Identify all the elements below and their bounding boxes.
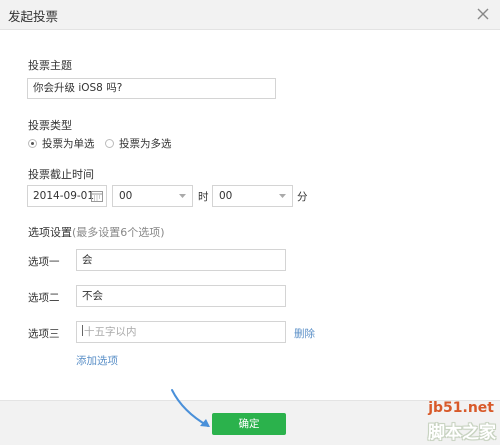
options-settings-label: 选项设置(最多设置6个选项) (28, 224, 165, 240)
option-3-placeholder: 十五字以内 (84, 326, 137, 338)
calendar-icon[interactable] (91, 190, 103, 202)
vote-dialog: 发起投票 投票主题 你会升级 iOS8 吗? 投票类型 投票为单选 投票为多选 … (0, 0, 500, 445)
option-1-label: 选项一 (28, 256, 60, 268)
minute-select[interactable]: 00 (212, 185, 293, 207)
options-settings-hint: (最多设置6个选项) (72, 226, 165, 239)
topic-input[interactable]: 你会升级 iOS8 吗? (27, 78, 276, 99)
option-1-value: 会 (82, 254, 93, 266)
option-3-input[interactable]: 十五字以内 (76, 321, 286, 343)
text-cursor (82, 325, 83, 336)
hour-unit: 时 (198, 191, 209, 203)
deadline-label: 投票截止时间 (28, 168, 94, 181)
close-icon (477, 8, 489, 20)
close-button[interactable] (472, 3, 494, 25)
minute-unit: 分 (297, 191, 308, 203)
hour-value: 00 (119, 190, 133, 202)
topic-input-value: 你会升级 iOS8 吗? (33, 82, 123, 94)
topic-label: 投票主题 (28, 59, 72, 72)
date-input[interactable]: 2014-09-01 (27, 185, 107, 207)
radio-multiple-choice[interactable]: 投票为多选 (105, 136, 172, 151)
minute-value: 00 (219, 190, 233, 202)
option-2-input[interactable]: 不会 (76, 285, 286, 307)
option-2-value: 不会 (82, 290, 103, 302)
watermark-site-name: 脚本之家 (428, 423, 496, 443)
dialog-title: 发起投票 (8, 9, 59, 24)
watermark-domain: jb51.net (428, 400, 494, 416)
vote-type-label: 投票类型 (28, 119, 72, 132)
confirm-button[interactable]: 确定 (212, 413, 286, 435)
delete-option-link[interactable]: 删除 (294, 326, 315, 341)
radio-single-label: 投票为单选 (42, 138, 95, 150)
radio-unchecked-icon (105, 139, 114, 148)
radio-checked-icon (28, 139, 37, 148)
chevron-down-icon (179, 194, 186, 198)
option-1-input[interactable]: 会 (76, 249, 286, 271)
hour-select[interactable]: 00 (112, 185, 193, 207)
option-3-label: 选项三 (28, 328, 60, 340)
chevron-down-icon (279, 194, 286, 198)
annotation-arrow-icon (171, 389, 210, 427)
site-watermark: jb51.net 脚本之家 (420, 398, 500, 445)
options-settings-title: 选项设置 (28, 226, 72, 239)
date-value: 2014-09-01 (33, 190, 95, 202)
radio-single-choice[interactable]: 投票为单选 (28, 136, 95, 151)
dialog-header: 发起投票 (0, 0, 500, 30)
radio-multiple-label: 投票为多选 (119, 138, 172, 150)
add-option-link[interactable]: 添加选项 (76, 353, 118, 368)
option-2-label: 选项二 (28, 292, 60, 304)
